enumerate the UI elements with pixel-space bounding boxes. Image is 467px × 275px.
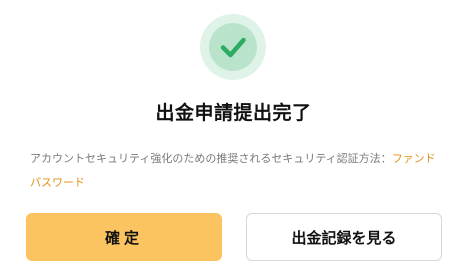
success-badge [200, 14, 266, 80]
success-badge-inner [209, 23, 257, 71]
dialog-title: 出金申請提出完了 [155, 102, 312, 124]
view-withdrawal-history-label: 出金記録を見る [291, 228, 397, 247]
message-text: アカウントセキュリティ強化のための推奨されるセキュリティ認証方法： [30, 152, 392, 165]
confirm-button-label: 確定 [104, 228, 143, 247]
confirm-button[interactable]: 確定 [26, 213, 222, 261]
view-withdrawal-history-button[interactable]: 出金記録を見る [246, 213, 442, 261]
check-icon [220, 37, 246, 58]
withdrawal-success-dialog: 出金申請提出完了 アカウントセキュリティ強化のための推奨されるセキュリティ認証方… [0, 0, 467, 275]
security-recommendation-message: アカウントセキュリティ強化のための推奨されるセキュリティ認証方法：ファンドパスワ… [30, 147, 440, 195]
